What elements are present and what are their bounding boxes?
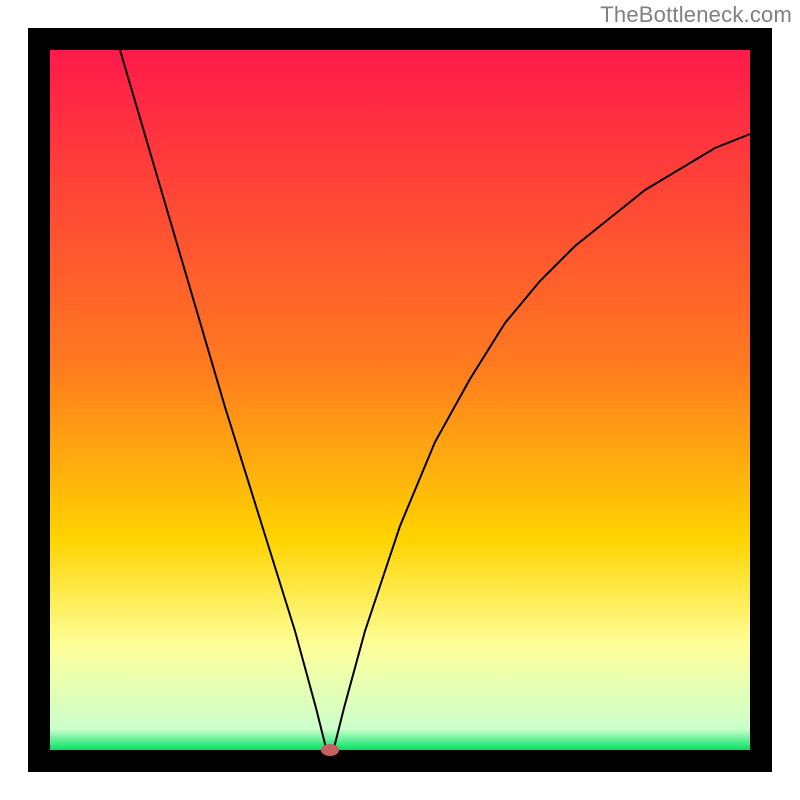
chart-frame: [28, 28, 772, 772]
watermark-text: TheBottleneck.com: [600, 2, 792, 28]
plot-background: [50, 50, 750, 750]
chart-plot: [28, 28, 772, 772]
optimum-marker: [321, 744, 339, 756]
chart-container: TheBottleneck.com: [0, 0, 800, 800]
